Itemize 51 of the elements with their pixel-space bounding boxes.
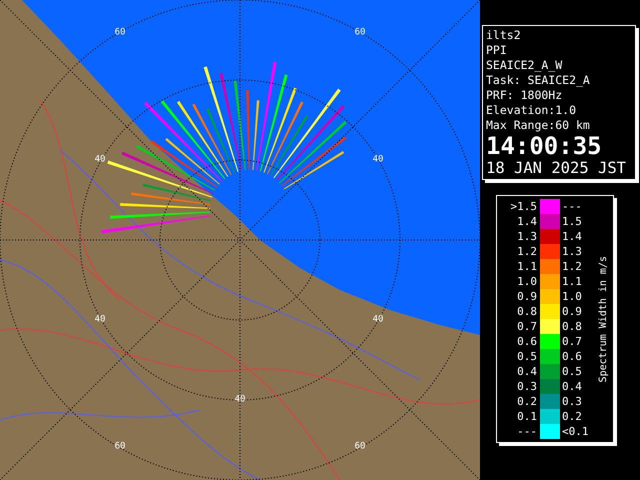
legend-label: 1.4 (516, 216, 538, 227)
legend-label: <0.1 (561, 426, 590, 437)
legend-label: 0.2 (516, 396, 538, 407)
legend-label: 0.8 (516, 306, 538, 317)
time-text: 14:00:35 (486, 133, 603, 159)
info-text: SEAICE2_A_W (486, 58, 564, 73)
legend-label: 1.2 (561, 261, 583, 272)
legend-label: 0.3 (516, 381, 538, 392)
legend-label: 1.1 (561, 276, 583, 287)
legend-label: 1.3 (516, 231, 538, 242)
date-text: 18 JAN 2025 JST (486, 159, 627, 177)
range-label: 60 (114, 28, 126, 38)
legend-label: 1.0 (561, 291, 583, 302)
info-text: Task: SEAICE2_A (486, 73, 591, 88)
range-label: 60 (354, 442, 366, 452)
range-label: 60 (354, 28, 366, 38)
range-label: 40 (94, 156, 106, 164)
legend-label: 0.5 (516, 351, 538, 362)
legend-title: Spectrum Width in m/s (597, 256, 610, 382)
legend-label: 1.2 (516, 246, 538, 257)
legend-label: 0.5 (561, 366, 583, 377)
range-label: 60 (114, 442, 126, 452)
range-label: 40 (94, 316, 106, 324)
legend-label: 0.8 (561, 321, 583, 332)
legend-label: 0.7 (516, 321, 538, 332)
legend-label: 0.3 (561, 396, 583, 407)
legend-label: 0.4 (516, 366, 538, 377)
legend-label: 0.9 (516, 291, 538, 302)
info-text: PPI (486, 43, 508, 58)
info-text: PRF: 1800Hz (486, 88, 564, 103)
legend-label: 0.1 (516, 411, 538, 422)
info-text: Max Range:60 km (486, 118, 591, 133)
legend-label: 0.6 (561, 351, 583, 362)
legend-label: 1.5 (561, 216, 583, 227)
legend-label: 0.2 (561, 411, 583, 422)
legend-label: 1.0 (516, 276, 538, 287)
info-text: Elevation:1.0 (486, 103, 578, 118)
legend-label: --- (561, 201, 583, 212)
legend-label: 0.4 (561, 381, 583, 392)
range-label: 40 (372, 156, 384, 164)
legend-label: 0.6 (516, 336, 538, 347)
range-label: 40 (234, 396, 246, 404)
legend-label: --- (516, 426, 538, 437)
range-label: 40 (372, 316, 384, 324)
legend-label: 0.9 (561, 306, 583, 317)
legend-label: 0.7 (561, 336, 583, 347)
legend-label: >1.5 (510, 201, 538, 212)
legend-label: 1.3 (561, 246, 583, 257)
legend-label: 1.1 (516, 261, 538, 272)
legend-label: 1.4 (561, 231, 583, 242)
info-text: ilts2 (486, 28, 522, 43)
